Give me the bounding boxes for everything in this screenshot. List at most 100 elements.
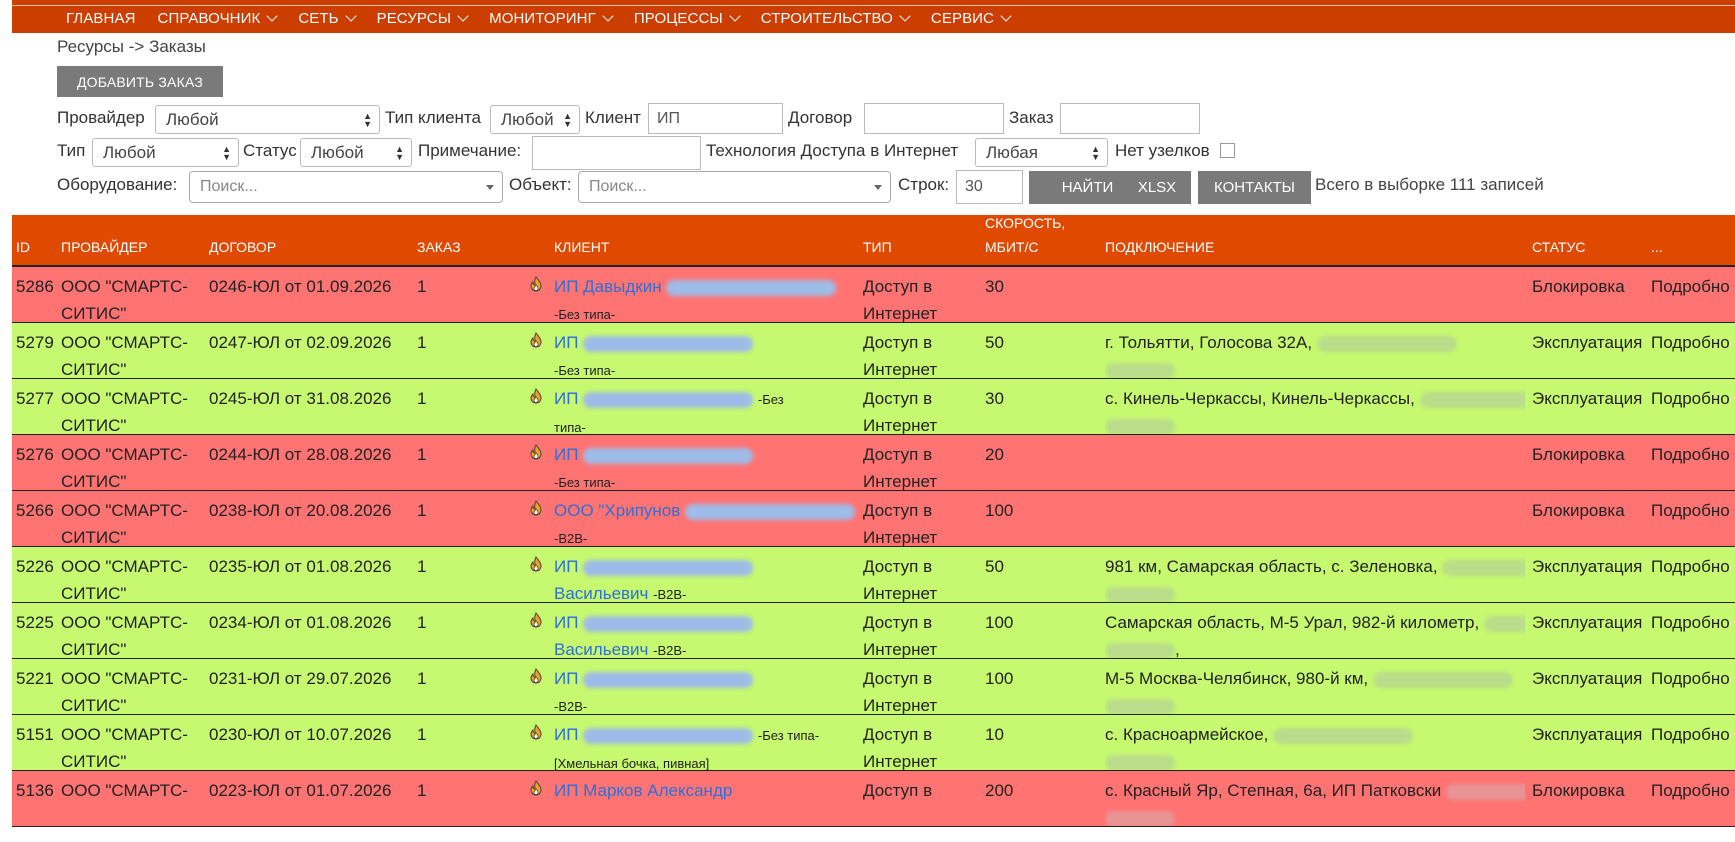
- connection-line1: г. Тольятти, Голосова 32А,: [1105, 333, 1313, 352]
- type-line1: Доступ в: [863, 501, 933, 520]
- col-order[interactable]: ЗАКАЗ: [417, 235, 461, 259]
- client-link[interactable]: ИП: [554, 333, 578, 352]
- nav-item[interactable]: ГЛАВНАЯ: [66, 10, 136, 27]
- table-row[interactable]: 5286 ООО "СМАРТС- СИТИС" 0246-ЮЛ от 01.09.2…: [12, 267, 1735, 323]
- no-nodes-checkbox[interactable]: [1220, 143, 1235, 158]
- table-row[interactable]: 5276 ООО "СМАРТС- СИТИС" 0244-ЮЛ от 28.08.2…: [12, 435, 1735, 491]
- col-speed[interactable]: СКОРОСТЬ, МБИТ/С: [985, 211, 1065, 259]
- speed-value: 10: [985, 725, 1004, 744]
- type-select-value: Любой: [103, 142, 156, 162]
- client-tag: -B2B-: [554, 531, 588, 546]
- cell-speed: 100: [985, 497, 1013, 524]
- provider-label: Провайдер: [57, 108, 145, 127]
- status-select[interactable]: Любой ▲ ▼: [300, 138, 412, 167]
- details-link[interactable]: Подробно: [1651, 557, 1730, 576]
- col-id[interactable]: ID: [16, 235, 30, 259]
- contract-input[interactable]: [864, 103, 1004, 134]
- client-link-line2[interactable]: Васильевич: [554, 640, 648, 658]
- client-link[interactable]: ИП: [554, 389, 578, 408]
- client-link[interactable]: ИП: [554, 613, 578, 632]
- table-row[interactable]: 5151 ООО "СМАРТС- СИТИС" 0230-ЮЛ от 10.07.2…: [12, 715, 1735, 771]
- col-provider[interactable]: ПРОВАЙДЕР: [61, 235, 147, 259]
- cell-status: Эксплуатация: [1532, 609, 1642, 636]
- details-link[interactable]: Подробно: [1651, 389, 1730, 408]
- type-line1: Доступ в: [863, 669, 933, 688]
- xlsx-button[interactable]: XLSX: [1123, 171, 1191, 204]
- connection-line1: с. Кинель-Черкассы, Кинель-Черкассы,: [1105, 389, 1415, 408]
- nav-item[interactable]: РЕСУРСЫ: [377, 10, 469, 27]
- nav-item-label: СЕРВИС: [930, 10, 994, 27]
- type-select[interactable]: Любой ▲ ▼: [92, 138, 239, 167]
- nav-item[interactable]: СЕРВИС: [930, 10, 1012, 27]
- details-link[interactable]: Подробно: [1651, 725, 1730, 744]
- provider-select[interactable]: Любой ▲ ▼: [155, 105, 380, 134]
- table-body: 5286 ООО "СМАРТС- СИТИС" 0246-ЮЛ от 01.09.2…: [12, 267, 1735, 827]
- object-search[interactable]: Поиск...: [578, 171, 891, 203]
- client-link[interactable]: ИП: [554, 669, 578, 688]
- equipment-search[interactable]: Поиск...: [189, 171, 503, 203]
- rows-label: Строк:: [898, 175, 950, 194]
- client-tag: -B2B-: [653, 587, 687, 602]
- table-row[interactable]: 5136 ООО "СМАРТС- 0223-ЮЛ от 01.07.2026 1 ИП…: [12, 771, 1735, 827]
- tech-select[interactable]: Любая ▲ ▼: [975, 138, 1108, 167]
- client-link-line2[interactable]: Васильевич: [554, 584, 648, 602]
- nav-item[interactable]: СПРАВОЧНИК: [158, 10, 279, 27]
- contacts-button[interactable]: КОНТАКТЫ: [1198, 171, 1311, 204]
- col-client[interactable]: КЛИЕНТ: [554, 235, 609, 259]
- client-link[interactable]: ИП: [554, 557, 578, 576]
- col-connection[interactable]: ПОДКЛЮЧЕНИЕ: [1105, 235, 1214, 259]
- client-note: типа-: [554, 420, 586, 435]
- table-row[interactable]: 5279 ООО "СМАРТС- СИТИС" 0247-ЮЛ от 02.09.2…: [12, 323, 1735, 379]
- status-value: Блокировка: [1532, 781, 1625, 800]
- client-link[interactable]: ИП: [554, 725, 578, 744]
- note-input[interactable]: [532, 136, 701, 170]
- note-label: Примечание:: [418, 141, 522, 160]
- flame-icon: [530, 388, 542, 404]
- table-row[interactable]: 5226 ООО "СМАРТС- СИТИС" 0235-ЮЛ от 01.08.2…: [12, 547, 1735, 603]
- connection-line2: ,: [1175, 640, 1180, 659]
- client-link[interactable]: ИП Давыдкин: [554, 277, 662, 296]
- nav-item[interactable]: СЕТЬ: [298, 10, 357, 27]
- details-link[interactable]: Подробно: [1651, 277, 1730, 296]
- client-type-select[interactable]: Любой ▲ ▼: [490, 105, 580, 134]
- nav-item[interactable]: СТРОИТЕЛЬСТВО: [761, 10, 911, 27]
- contract-value: 0247-ЮЛ от 02.09.2026: [209, 333, 392, 352]
- client-link[interactable]: ИП Марков Александр: [554, 781, 732, 800]
- add-order-button[interactable]: ДОБАВИТЬ ЗАКАЗ: [57, 66, 223, 97]
- order-input[interactable]: [1060, 103, 1200, 134]
- col-status[interactable]: СТАТУС: [1532, 235, 1586, 259]
- type-line2: Интернет: [863, 360, 938, 379]
- details-link[interactable]: Подробно: [1651, 501, 1730, 520]
- provider-line2: СИТИС": [61, 696, 127, 715]
- col-type[interactable]: ТИП: [863, 235, 892, 259]
- table-row[interactable]: 5266 ООО "СМАРТС- СИТИС" 0238-ЮЛ от 20.08.2…: [12, 491, 1735, 547]
- table-row[interactable]: 5225 ООО "СМАРТС- СИТИС" 0234-ЮЛ от 01.08.2…: [12, 603, 1735, 659]
- client-link[interactable]: ИП: [554, 445, 578, 464]
- details-link[interactable]: Подробно: [1651, 613, 1730, 632]
- cell-provider: ООО "СМАРТС- СИТИС": [61, 721, 188, 770]
- connection-line1: 981 км, Самарская область, с. Зеленовка,: [1105, 557, 1438, 576]
- client-link[interactable]: ООО "Хрипунов: [554, 501, 680, 520]
- cell-type: Доступ в Интернет: [863, 721, 937, 770]
- table-row[interactable]: 5277 ООО "СМАРТС- СИТИС" 0245-ЮЛ от 31.08.2…: [12, 379, 1735, 435]
- cell-order: 1: [417, 777, 426, 804]
- cell-type: Доступ в Интернет: [863, 273, 937, 322]
- nav-item[interactable]: МОНИТОРИНГ: [489, 10, 614, 27]
- client-input[interactable]: [648, 103, 783, 134]
- flame-icon: [530, 332, 542, 348]
- chevron-down-icon: [344, 10, 357, 22]
- cell-provider: ООО "СМАРТС- СИТИС": [61, 273, 188, 322]
- contract-value: 0230-ЮЛ от 10.07.2026: [209, 725, 392, 744]
- details-link[interactable]: Подробно: [1651, 445, 1730, 464]
- row-id: 5266: [16, 501, 54, 520]
- col-contract[interactable]: ДОГОВОР: [209, 235, 276, 259]
- details-link[interactable]: Подробно: [1651, 781, 1730, 800]
- nav-item[interactable]: ПРОЦЕССЫ: [634, 10, 741, 27]
- table-row[interactable]: 5221 ООО "СМАРТС- СИТИС" 0231-ЮЛ от 29.07.2…: [12, 659, 1735, 715]
- status-value: Блокировка: [1532, 445, 1625, 464]
- details-link[interactable]: Подробно: [1651, 333, 1730, 352]
- rows-input[interactable]: [956, 170, 1023, 204]
- details-link[interactable]: Подробно: [1651, 669, 1730, 688]
- cell-type: Доступ в Интернет: [863, 609, 937, 658]
- contract-value: 0246-ЮЛ от 01.09.2026: [209, 277, 392, 296]
